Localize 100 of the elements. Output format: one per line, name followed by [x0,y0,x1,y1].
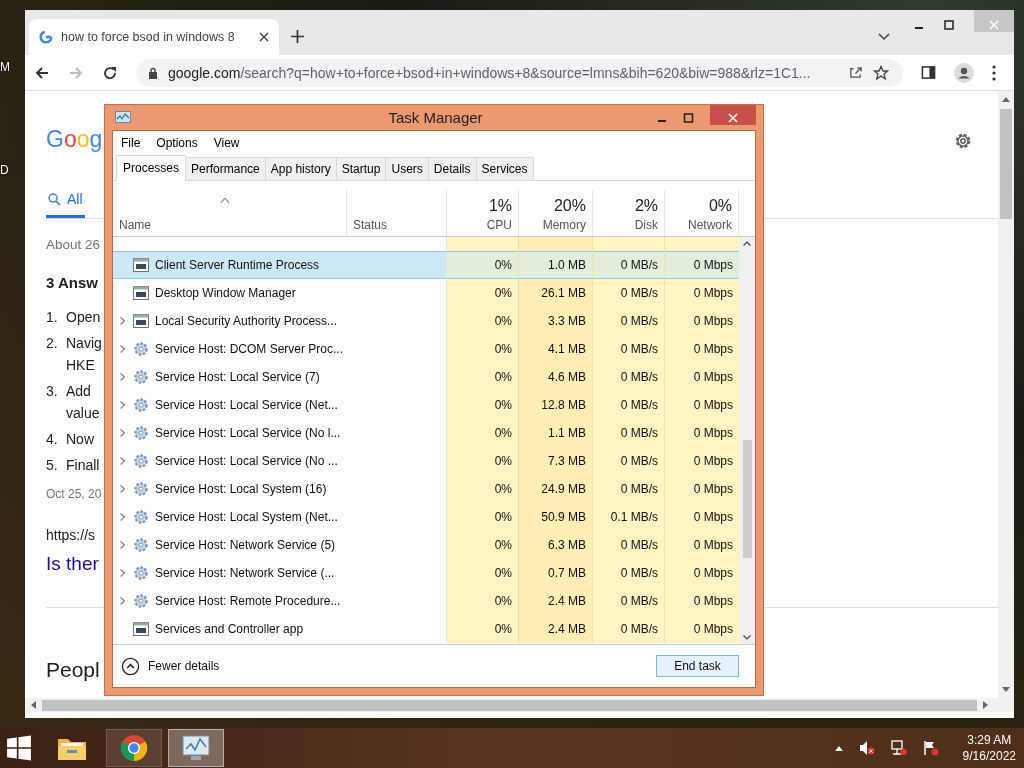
back-icon[interactable] [34,64,50,81]
expand-icon[interactable] [119,541,125,549]
scroll-up-icon[interactable] [1002,97,1010,102]
process-row[interactable]: Local Security Authority Process... 0% 3.3 MB 0 MB/s 0 Mbps [113,307,739,335]
scroll-down-icon[interactable] [743,635,751,640]
process-name: Service Host: Local System (16) [155,482,327,496]
scroll-right-icon[interactable] [983,701,988,709]
star-icon[interactable] [873,64,889,81]
table-cell: 0 Mbps [693,314,733,328]
clock-date[interactable]: 9/16/2022 [962,748,1016,764]
browser-icon [120,734,148,762]
expand-icon[interactable] [119,485,125,493]
taskbar-button[interactable] [106,729,162,767]
process-row[interactable]: Service Host: Local Service (No l... 0% 1.1 MB 0 MB/s 0 Mbps [113,419,739,447]
process-row[interactable]: Client Server Runtime Process 0% 1.0 MB 0 MB/s 0 Mbps [113,251,739,279]
horizontal-scrollbar[interactable] [25,698,1014,712]
process-row[interactable]: Service Host: Local System (16) 0% 24.9 MB 0 MB/s 0 Mbps [113,475,739,503]
process-row[interactable]: Service Host: Local Service (7) 0% 4.6 MB 0 MB/s 0 Mbps [113,363,739,391]
scroll-down-icon[interactable] [1002,687,1010,692]
menu-item[interactable]: File [121,136,141,150]
column-header[interactable]: Status [347,190,447,236]
process-name: Service Host: Remote Procedure... [155,594,341,608]
share-icon[interactable] [848,65,863,80]
window-title: Task Manager [388,109,483,126]
caret-up-icon[interactable] [834,745,843,751]
tab[interactable]: Users [385,157,429,180]
process-row[interactable]: Service Host: Network Service (... 0% 0.7 MB 0 MB/s 0 Mbps [113,559,739,587]
close-button[interactable] [710,105,756,125]
gear-icon [133,397,149,413]
table-cell: 4.1 MB [548,342,586,356]
column-header[interactable]: 2% Disk [593,190,665,236]
process-name: Service Host: DCOM Server Proc... [155,342,344,356]
process-row[interactable]: Service Host: Network Service (5) 0% 6.3 MB 0 MB/s 0 Mbps [113,531,739,559]
process-row[interactable]: Service Host: Local Service (Net... 0% 12.8 MB 0 MB/s 0 Mbps [113,391,739,419]
expand-icon[interactable] [119,317,125,325]
process-row[interactable]: Services and Controller app 0% 2.4 MB 0 MB/s 0 Mbps [113,615,739,643]
column-header[interactable]: 1% CPU [447,190,519,236]
table-cell: 0% [494,482,512,496]
table-cell: 0 MB/s [620,594,658,608]
clock-time[interactable]: 3:29 AM [967,732,1012,748]
scroll-left-icon[interactable] [31,701,36,709]
scroll-thumb[interactable] [42,699,977,711]
result-link[interactable]: Is ther [46,553,99,575]
step-text: Add [66,382,92,401]
scrollbar[interactable] [998,91,1014,698]
process-row[interactable]: Service Host: Local Service (No ... 0% 7.3 MB 0 MB/s 0 Mbps [113,447,739,475]
expand-icon[interactable] [119,513,125,521]
menu-item[interactable]: View [213,136,240,150]
tab[interactable]: Performance [185,157,266,180]
menu-icon[interactable] [992,64,996,81]
expand-icon[interactable] [119,373,125,381]
address-bar[interactable]: google.com/search?q=how+to+force+bsod+in+windows+8&source=lmns&bih=620&biw=988&rlz=1C1... [136,58,903,87]
flag-icon[interactable] [922,740,939,756]
expand-icon[interactable] [119,457,125,465]
network-icon[interactable] [890,740,907,756]
table-cell: 0 Mbps [693,426,733,440]
tab[interactable]: App history [264,157,337,180]
expand-icon[interactable] [119,429,125,437]
reload-icon[interactable] [102,64,118,81]
end-task-button[interactable]: End task [656,655,739,677]
expand-icon[interactable] [119,401,125,409]
column-header[interactable]: Name [113,190,347,236]
profile-icon[interactable] [954,62,974,83]
table-cell: 0 MB/s [620,426,658,440]
desktop-icon-label: M [0,60,10,74]
scroll-thumb[interactable] [742,440,752,558]
table-cell: 0 Mbps [693,454,733,468]
step-number: 2. [46,334,59,353]
maximize-icon[interactable] [683,112,694,123]
scroll-thumb[interactable] [1000,109,1012,219]
table-cell: 0 Mbps [693,370,733,384]
tab[interactable]: Details [427,157,477,180]
close-icon[interactable] [259,32,269,42]
browser-tab[interactable]: how to force bsod in windows 8 [29,19,279,55]
expand-icon[interactable] [119,597,125,605]
scroll-up-icon[interactable] [743,241,751,246]
expand-icon[interactable] [119,345,125,353]
speaker-muted-icon[interactable] [858,740,875,756]
process-row[interactable]: Desktop Window Manager 0% 26.1 MB 0 MB/s 0 Mbps [113,279,739,307]
all-tab[interactable]: All [46,187,85,218]
column-header[interactable]: 0% Network [665,190,739,236]
new-tab-icon[interactable] [291,30,304,43]
tab[interactable]: Startup [335,157,387,180]
process-row[interactable]: Service Host: Local System (Net... 0% 50.9 MB 0.1 MB/s 0 Mbps [113,503,739,531]
settings-icon[interactable] [953,131,973,151]
tab[interactable]: Services [475,157,534,180]
column-header[interactable]: 20% Memory [519,190,593,236]
menu-item[interactable]: Options [156,136,198,150]
tab[interactable]: Processes [116,155,187,181]
chevron-down-icon[interactable] [878,32,890,41]
fewer-details-button[interactable]: Fewer details [121,656,220,676]
process-row[interactable]: Service Host: Remote Procedure... 0% 2.4 MB 0 MB/s 0 Mbps [113,587,739,615]
expand-icon[interactable] [119,569,125,577]
table-cell: 0 MB/s [620,538,658,552]
scrollbar[interactable] [739,237,755,644]
answer-heading: 3 Answ [46,274,98,291]
maximize-icon[interactable] [944,20,954,30]
side-panel-icon[interactable] [921,65,936,80]
start-icon[interactable] [6,735,32,761]
process-row[interactable]: Service Host: DCOM Server Proc... 0% 4.1 MB 0 MB/s 0 Mbps [113,335,739,363]
